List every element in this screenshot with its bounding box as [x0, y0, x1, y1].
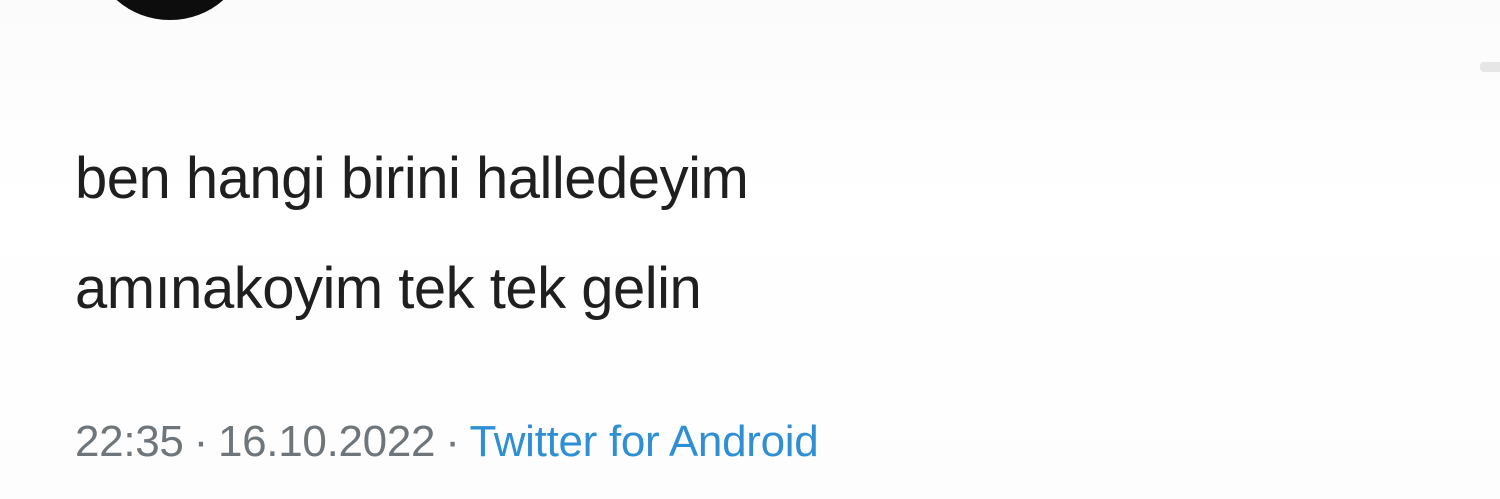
tweet-source-link[interactable]: Twitter for Android	[470, 417, 819, 466]
scroll-edge-indicator	[1480, 62, 1500, 72]
tweet-text: ben hangi birini halledeyim amınakoyim t…	[75, 124, 1275, 344]
avatar[interactable]	[95, 0, 245, 20]
tweet-text-line: ben hangi birini halledeyim	[75, 146, 749, 211]
tweet-time[interactable]: 22:35	[75, 417, 184, 466]
tweet-text-line: amınakoyim tek tek gelin	[75, 256, 702, 321]
tweet-card: ben hangi birini halledeyim amınakoyim t…	[0, 0, 1500, 499]
tweet-meta: 22:35 · 16.10.2022 · Twitter for Android	[75, 412, 819, 472]
tweet-date[interactable]: 16.10.2022	[218, 417, 436, 466]
meta-separator: ·	[445, 417, 460, 466]
meta-separator: ·	[193, 417, 209, 466]
